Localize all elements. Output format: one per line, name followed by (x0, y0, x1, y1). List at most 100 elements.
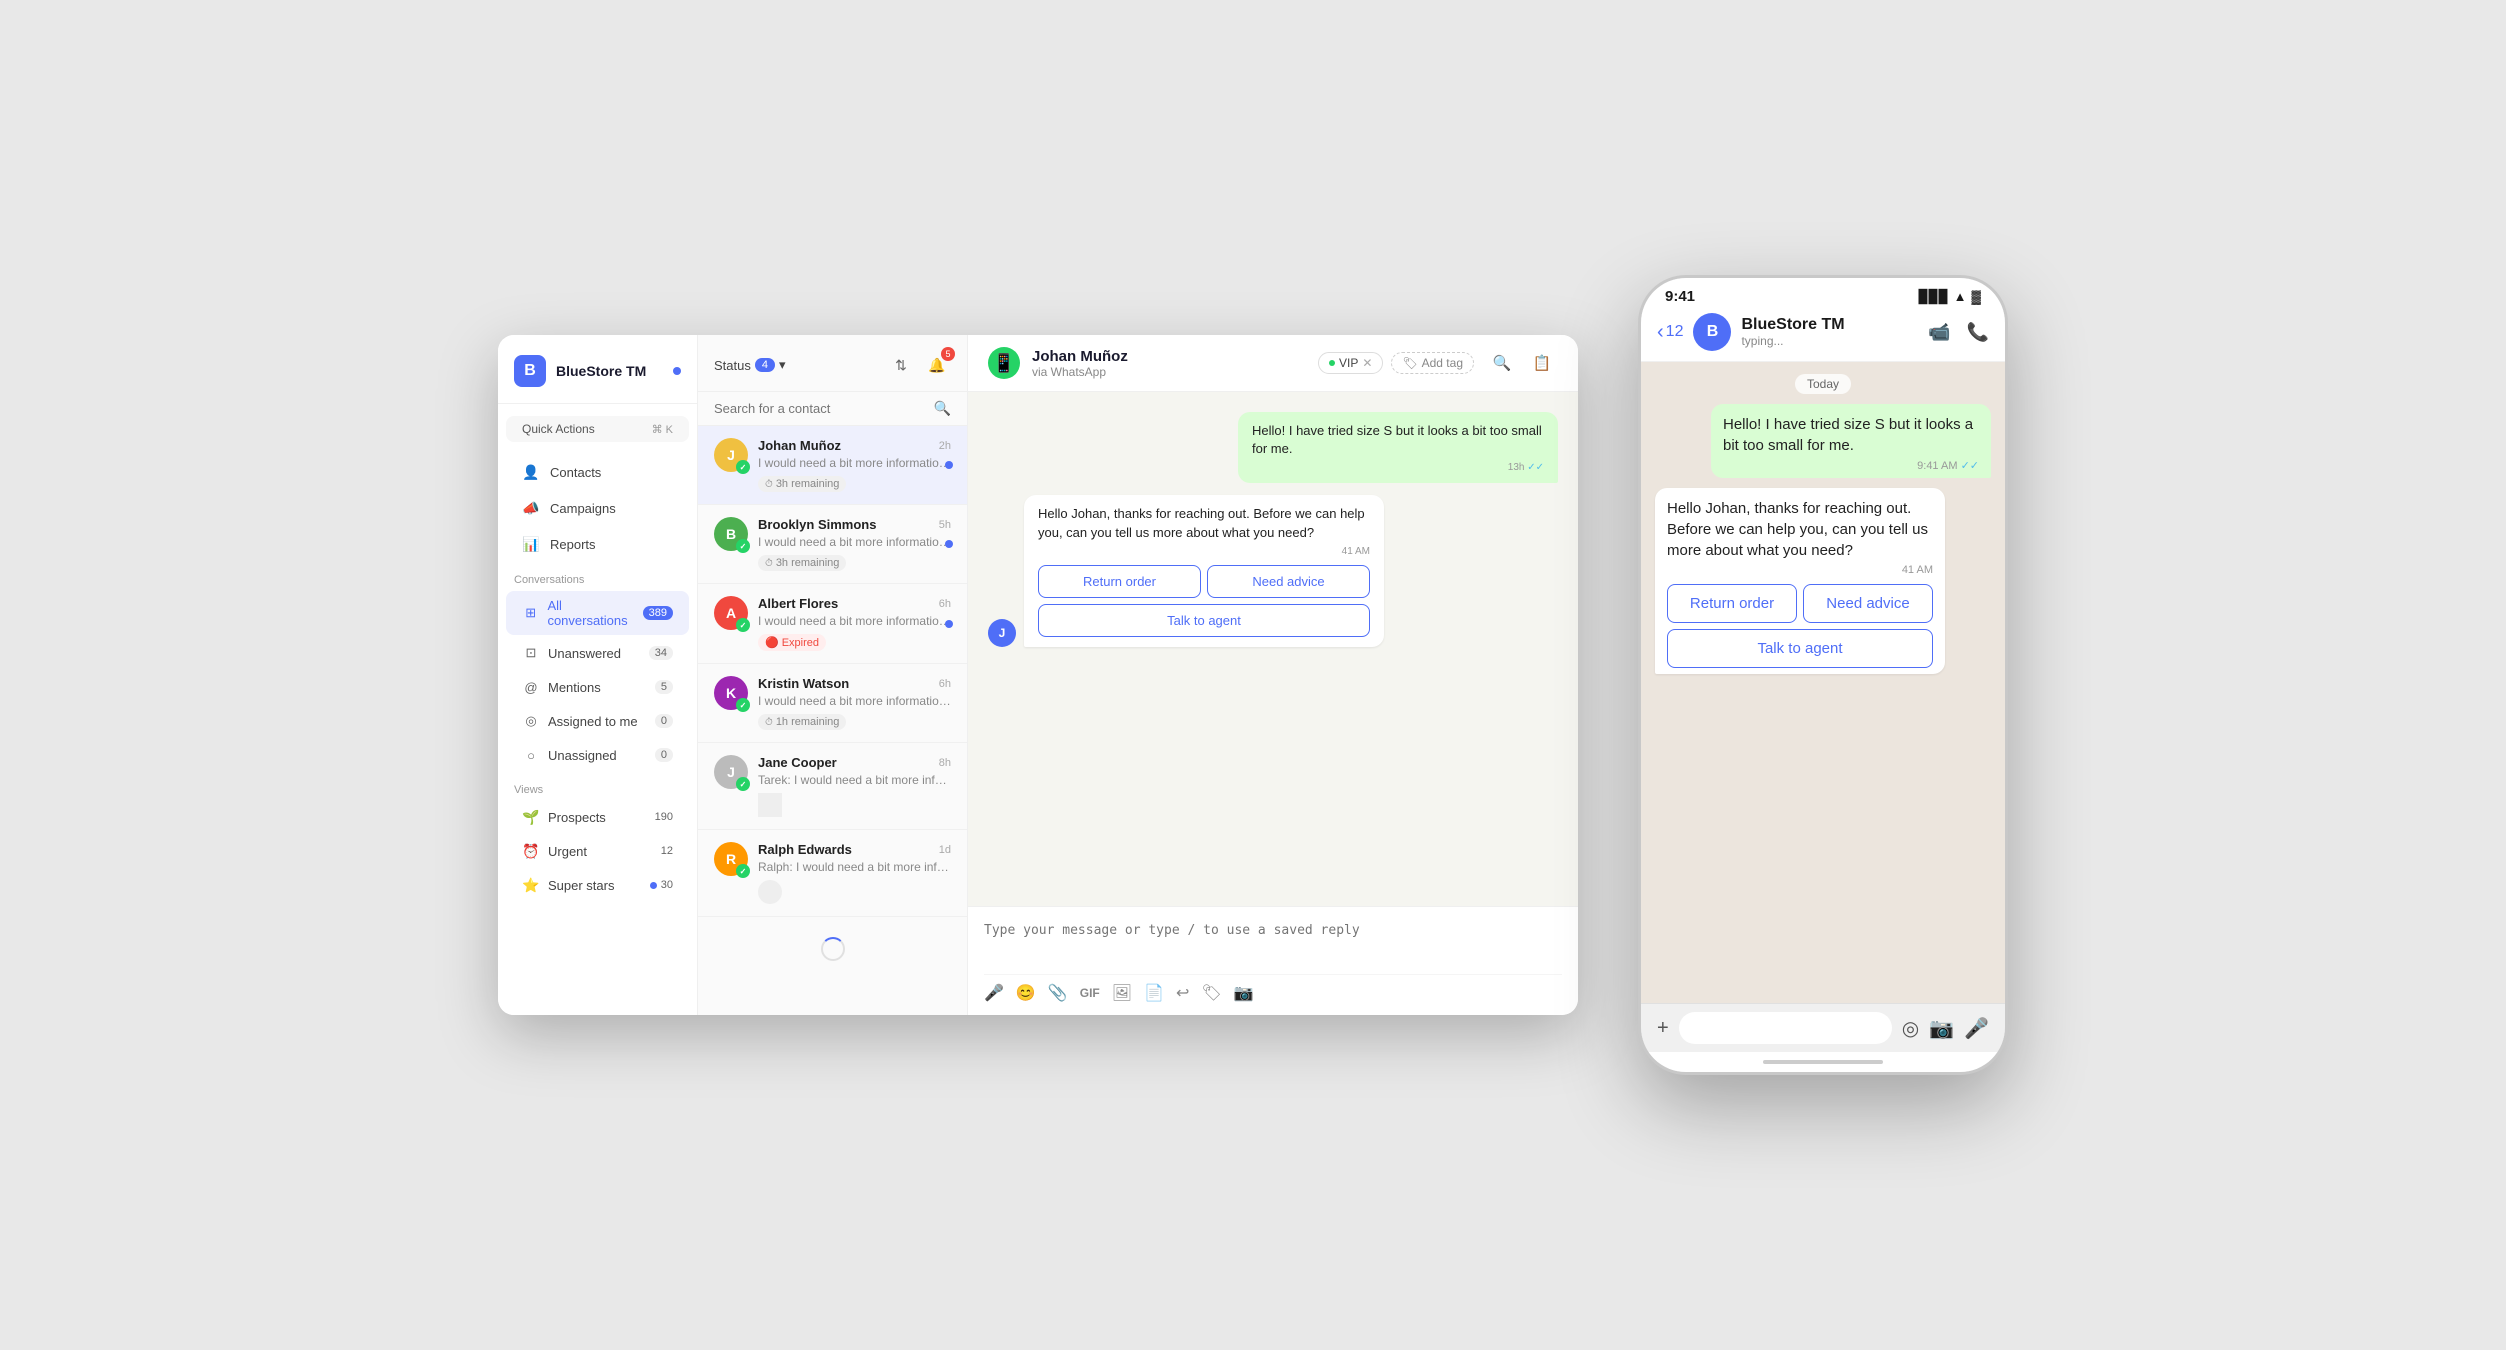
phone-message-in-1: Hello Johan, thanks for reaching out. Be… (1655, 488, 1991, 674)
timer-icon: ⏱ (765, 479, 773, 490)
loading-spinner (698, 917, 967, 981)
quick-actions-button[interactable]: Quick Actions ⌘ K (506, 416, 689, 442)
conv-msg-kristin: I would need a bit more information if t… (758, 694, 951, 708)
conv-entry-kristin[interactable]: K ✓ Kristin Watson 6h I would need a bit… (698, 664, 967, 743)
need-advice-button[interactable]: Need advice (1207, 565, 1370, 598)
phone-bottom-bar (1641, 1052, 2005, 1072)
conv-entry-ralph[interactable]: R ✓ Ralph Edwards 1d Ralph: I would need… (698, 830, 967, 917)
phone-need-advice-button[interactable]: Need advice (1803, 584, 1933, 623)
sidebar-item-all-conversations[interactable]: ⊞ All conversations 389 (506, 591, 689, 635)
chat-header-icons: 🔍 📋 (1486, 347, 1558, 379)
sidebar-item-super-stars[interactable]: ⭐ Super stars 30 (506, 869, 689, 901)
phone-return-order-button[interactable]: Return order (1667, 584, 1797, 623)
phone-talk-to-agent-button[interactable]: Talk to agent (1667, 629, 1933, 668)
contacts-icon: 👤 (522, 463, 540, 481)
microphone-icon[interactable]: 🎤 (984, 983, 1004, 1003)
mentions-label: Mentions (548, 680, 601, 695)
conv-entry-brooklyn[interactable]: B ✓ Brooklyn Simmons 5h I would need a b… (698, 505, 967, 584)
label-icon[interactable]: 🏷 (1201, 983, 1221, 1003)
phone-back-button[interactable]: ‹ 12 (1657, 321, 1683, 344)
sidebar-item-campaigns-label: Campaigns (550, 501, 616, 516)
conv-time-jane: 8h (939, 757, 951, 769)
status-count: 4 (755, 358, 775, 372)
add-tag-label: Add tag (1422, 356, 1463, 370)
super-stars-icon: ⭐ (522, 876, 540, 894)
sidebar-item-contacts[interactable]: 👤 Contacts (506, 455, 689, 489)
gif-icon[interactable]: GIF (1080, 986, 1100, 1000)
sidebar-item-urgent[interactable]: ⏰ Urgent 12 (506, 835, 689, 867)
sidebar-item-reports[interactable]: 📊 Reports (506, 527, 689, 561)
sort-icon[interactable]: ⇅ (887, 351, 915, 379)
all-conversations-badge: 389 (643, 606, 673, 620)
phone-date-badge: Today (1655, 374, 1991, 394)
agent-avatar: J (988, 619, 1016, 647)
quick-actions-shortcut: ⌘ K (652, 423, 673, 436)
return-order-button[interactable]: Return order (1038, 565, 1201, 598)
unassigned-label: Unassigned (548, 748, 617, 763)
phone-video-icon[interactable]: 📹 (1928, 322, 1950, 343)
sidebar-item-reports-label: Reports (550, 537, 596, 552)
phone-bubble-out-1: Hello! I have tried size S but it looks … (1711, 404, 1991, 478)
phone-plus-icon[interactable]: + (1657, 1017, 1669, 1040)
sidebar-item-campaigns[interactable]: 📣 Campaigns (506, 491, 689, 525)
chat-main: 📱 Johan Muñoz via WhatsApp VIP ✕ 🏷 Add t… (968, 335, 1578, 1015)
timer-text-brooklyn: 3h remaining (776, 557, 840, 569)
vip-close-icon[interactable]: ✕ (1362, 356, 1372, 370)
search-chat-icon[interactable]: 🔍 (1486, 347, 1518, 379)
views-section-label: Views (498, 772, 697, 800)
conv-msg-johan: I would need a bit more information if t… (758, 456, 951, 470)
conv-entry-jane[interactable]: J ✓ Jane Cooper 8h Tarek: I would need a… (698, 743, 967, 830)
bubble-in-1: Hello Johan, thanks for reaching out. Be… (1024, 495, 1384, 646)
avatar-ralph: R ✓ (714, 842, 748, 876)
conv-entry-albert[interactable]: A ✓ Albert Flores 6h I would need a bit … (698, 584, 967, 664)
avatar-jane: J ✓ (714, 755, 748, 789)
conv-name-albert: Albert Flores (758, 596, 838, 611)
sidebar-item-mentions[interactable]: @ Mentions 5 (506, 671, 689, 703)
whatsapp-badge-icon: ✓ (736, 460, 750, 474)
chat-input-field[interactable] (984, 919, 1562, 969)
urgent-badge: 12 (661, 845, 673, 857)
sidebar-item-unanswered[interactable]: ⊡ Unanswered 34 (506, 637, 689, 669)
status-filter[interactable]: Status 4 ▾ (714, 357, 786, 373)
vip-label: VIP (1339, 356, 1358, 370)
phone-read-check-icon: ✓✓ (1961, 460, 1979, 472)
document-icon[interactable]: 📄 (1144, 983, 1164, 1003)
phone-chat-avatar: B (1693, 313, 1731, 351)
phone-msg-text-out-1: Hello! I have tried size S but it looks … (1723, 414, 1979, 456)
super-stars-label: Super stars (548, 878, 614, 893)
battery-icon: ▓ (1972, 289, 1981, 304)
emoji-icon[interactable]: 😊 (1016, 983, 1036, 1003)
phone-typing-status: typing... (1741, 334, 1918, 348)
notes-icon[interactable]: 📋 (1526, 347, 1558, 379)
reply-icon[interactable]: ↩ (1176, 983, 1189, 1003)
chat-messages: Hello! I have tried size S but it looks … (968, 392, 1578, 906)
phone-message-input[interactable] (1679, 1012, 1892, 1044)
agent-avatar-ralph (758, 880, 782, 904)
timer-icon-brooklyn: ⏱ (765, 558, 773, 569)
phone-camera-icon[interactable]: 📷 (1929, 1016, 1954, 1041)
add-tag-button[interactable]: 🏷 Add tag (1391, 352, 1474, 374)
phone-sticker-icon[interactable]: ◎ (1902, 1016, 1919, 1041)
vip-tag[interactable]: VIP ✕ (1318, 352, 1383, 374)
phone-message-out-1: Hello! I have tried size S but it looks … (1655, 404, 1991, 478)
sidebar-item-unassigned[interactable]: ○ Unassigned 0 (506, 739, 689, 771)
camera-icon[interactable]: 📷 (1234, 983, 1254, 1003)
phone-bubble-in-1: Hello Johan, thanks for reaching out. Be… (1655, 488, 1945, 674)
wifi-icon: ▲ (1954, 289, 1967, 304)
phone-messages: Today Hello! I have tried size S but it … (1641, 362, 2005, 1003)
phone-action-buttons: Return order Need advice Talk to agent (1667, 584, 1933, 668)
conv-entry-johan[interactable]: J ✓ Johan Muñoz 2h I would need a bit mo… (698, 426, 967, 505)
attach-icon[interactable]: 📎 (1048, 983, 1068, 1003)
unread-dot-brooklyn (945, 540, 953, 548)
image-icon[interactable]: 🖼 (1112, 983, 1132, 1003)
phone-microphone-icon[interactable]: 🎤 (1964, 1016, 1989, 1041)
phone-call-icon[interactable]: 📞 (1967, 322, 1989, 343)
sidebar-item-prospects[interactable]: 🌱 Prospects 190 (506, 801, 689, 833)
conv-msg-albert: I would need a bit more information if t… (758, 614, 951, 628)
brand-status-dot (673, 367, 681, 375)
search-input[interactable] (714, 401, 926, 416)
sidebar-item-assigned-to-me[interactable]: ◎ Assigned to me 0 (506, 705, 689, 737)
phone-wrapper: 9:41 ▉▉▉ ▲ ▓ ‹ 12 B BlueStore TM typing.… (1638, 275, 2008, 1075)
notification-bell[interactable]: 🔔 5 (923, 351, 951, 379)
talk-to-agent-button[interactable]: Talk to agent (1038, 604, 1370, 637)
